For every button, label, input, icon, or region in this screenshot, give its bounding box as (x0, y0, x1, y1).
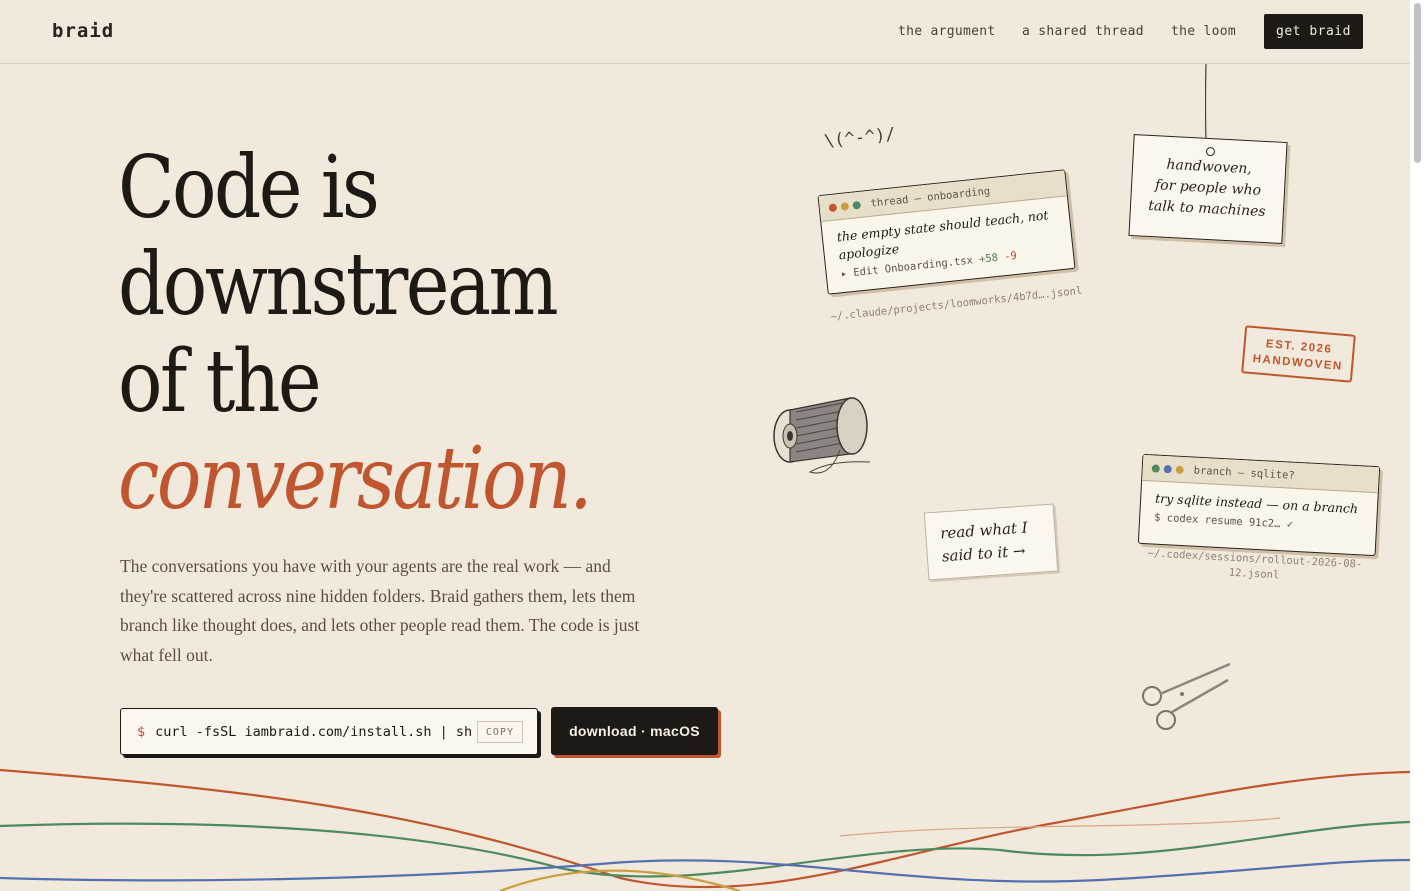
yellow-dot-icon (840, 201, 850, 211)
install-command-box[interactable]: $ curl -fsSL iambraid.com/install.sh | s… (120, 708, 538, 755)
branch-card: branch — sqlite? try sqlite instead — on… (1137, 453, 1381, 557)
scissors-icon (1142, 662, 1231, 730)
yellow-dot-icon (1175, 465, 1184, 474)
download-macos-button[interactable]: download · macOS (551, 707, 718, 755)
additions-count: +58 (978, 251, 999, 266)
headline-line-2: downstream (118, 235, 559, 335)
handwoven-tag: handwoven, for people who talk to machin… (1128, 134, 1288, 244)
tag-string (1205, 64, 1207, 140)
tag-hole-icon (1205, 146, 1216, 157)
thread-card: thread — onboarding the empty state shou… (817, 169, 1076, 295)
read-what-i-said-note: read what I said to it → (923, 503, 1059, 581)
nav-link-the-argument[interactable]: the argument (898, 24, 996, 39)
green-dot-icon (1151, 463, 1160, 473)
get-braid-button[interactable]: get braid (1264, 14, 1363, 49)
braid-logo[interactable]: braid (52, 20, 114, 42)
est-stamp: EST. 2026 HANDWOVEN (1241, 325, 1356, 383)
nav-link-the-loom[interactable]: the loom (1171, 24, 1236, 39)
headline-line-3: of the (118, 332, 322, 432)
green-dot-icon (852, 200, 862, 210)
thread-file-path: ~/.claude/projects/loomworks/4b7d….jsonl (830, 284, 1083, 324)
copy-button[interactable]: COPY (476, 721, 523, 743)
install-command[interactable]: curl -fsSL iambraid.com/install.sh | sh (155, 724, 472, 740)
nav-link-a-shared-thread[interactable]: a shared thread (1022, 24, 1144, 39)
woven-threads-decoration (0, 768, 1410, 891)
shell-prompt: $ (137, 723, 146, 740)
page-scrollbar-thumb[interactable] (1414, 3, 1421, 163)
hero-headline: Code is downstream of the conversation. (118, 140, 667, 528)
branch-card-title: branch — sqlite? (1193, 464, 1296, 482)
blue-dot-icon (1163, 464, 1172, 473)
headline-accent: conversation. (118, 429, 593, 529)
red-dot-icon (828, 202, 838, 212)
top-navigation-bar: braid the argument a shared thread the l… (0, 0, 1410, 64)
kaomoji: \(^-^)/ (823, 124, 897, 152)
thread-spool-icon (773, 397, 871, 474)
headline-line-1: Code is (118, 138, 380, 238)
hero-description: The conversations you have with your age… (120, 556, 640, 665)
deletions-count: -9 (1003, 249, 1018, 264)
